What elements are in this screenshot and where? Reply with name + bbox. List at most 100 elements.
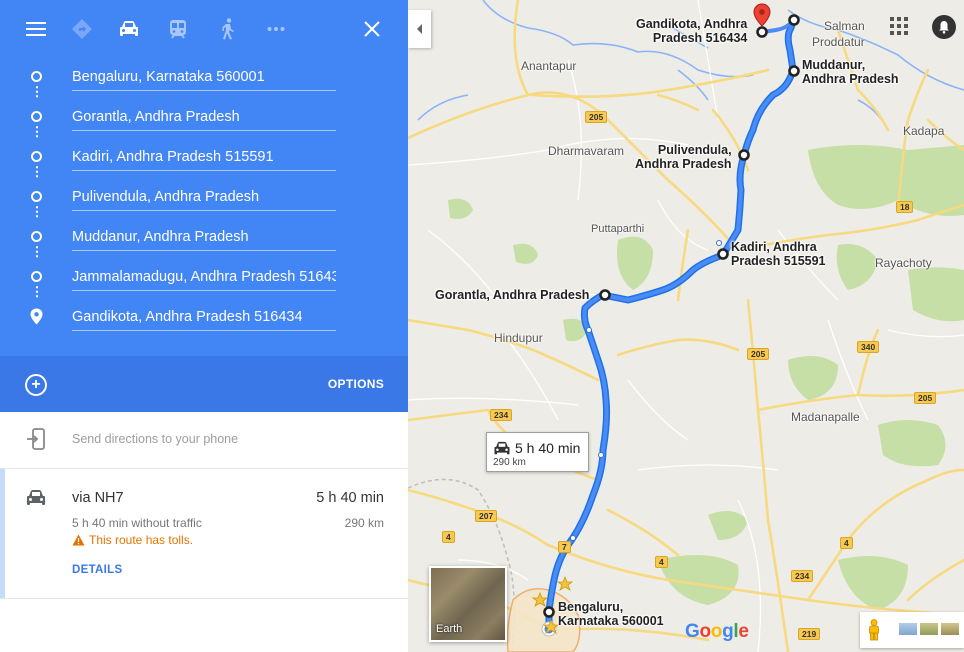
directions-panel: Bengaluru, Karnataka 560001 Gorantla, An… bbox=[0, 0, 408, 652]
waypoint-marker-kadiri[interactable] bbox=[717, 248, 729, 260]
travel-mode-bar bbox=[0, 0, 408, 58]
car-icon bbox=[494, 441, 510, 455]
city-label-rayachoty: Rayachoty bbox=[875, 256, 932, 270]
biking-layer-thumb[interactable] bbox=[941, 623, 959, 635]
waypoint-row: Kadiri, Andhra Pradesh 515591 bbox=[0, 137, 408, 177]
route-duration: 5 h 40 min bbox=[316, 490, 384, 506]
notifications-button[interactable] bbox=[932, 15, 956, 39]
maps-app: Bengaluru, Karnataka 560001 Gorantla, An… bbox=[0, 0, 964, 652]
transit-icon bbox=[170, 20, 186, 39]
waypoint-label-line: Gandikota, Andhra bbox=[636, 17, 748, 31]
toll-warning-text: This route has tolls. bbox=[89, 533, 194, 547]
waypoint-circle-icon bbox=[31, 191, 42, 202]
waypoint-label-gorantla: Gorantla, Andhra Pradesh bbox=[435, 288, 589, 302]
add-destination-button[interactable]: + bbox=[25, 374, 47, 396]
traffic-layer-thumb[interactable] bbox=[899, 623, 917, 635]
highway-shield: 205 bbox=[914, 392, 937, 404]
send-to-phone-label: Send directions to your phone bbox=[72, 432, 239, 446]
walking-icon bbox=[222, 18, 234, 40]
waypoint-row: Gandikota, Andhra Pradesh 516434 bbox=[0, 297, 408, 337]
waypoint-marker-pulivendula[interactable] bbox=[738, 149, 750, 161]
waypoint-marker-gorantla[interactable] bbox=[599, 289, 611, 301]
highway-shield: 205 bbox=[585, 111, 608, 123]
waypoint-label-muddanur: Muddanur, Andhra Pradesh bbox=[802, 58, 899, 86]
route-info-bubble[interactable]: 5 h 40 min 290 km bbox=[486, 432, 589, 472]
terrain-layer-thumb[interactable] bbox=[920, 623, 938, 635]
walking-mode-button[interactable] bbox=[213, 14, 243, 44]
route-via-label: via NH7 bbox=[72, 490, 124, 506]
logo-letter: G bbox=[685, 621, 700, 642]
send-to-phone-row[interactable]: Send directions to your phone bbox=[0, 412, 408, 469]
waypoint-circle-icon bbox=[31, 271, 42, 282]
waypoint-marker-bengaluru[interactable] bbox=[543, 606, 555, 618]
driving-mode-button[interactable] bbox=[114, 14, 144, 44]
options-bar: + OPTIONS bbox=[0, 356, 408, 412]
destination-pin-icon[interactable] bbox=[753, 3, 771, 27]
waypoint-row: Muddanur, Andhra Pradesh bbox=[0, 217, 408, 257]
waypoint-label-line: Karnataka 560001 bbox=[558, 614, 664, 628]
logo-letter: g bbox=[722, 621, 734, 642]
bubble-distance: 290 km bbox=[493, 457, 526, 468]
highway-shield: 207 bbox=[475, 510, 498, 522]
highway-shield: 205 bbox=[747, 348, 770, 360]
pegman-icon[interactable] bbox=[867, 619, 881, 641]
waypoint-label-line: Andhra Pradesh bbox=[802, 72, 899, 86]
waypoint-label-line: Kadiri, Andhra bbox=[731, 240, 817, 254]
logo-letter: o bbox=[699, 621, 711, 642]
waypoint-marker-jammalamadugu[interactable] bbox=[788, 14, 800, 26]
collapse-panel-button[interactable] bbox=[408, 10, 431, 48]
close-icon bbox=[364, 21, 380, 37]
waypoint-row: Bengaluru, Karnataka 560001 bbox=[0, 57, 408, 97]
highways bbox=[408, 0, 964, 652]
best-mode-button[interactable] bbox=[67, 14, 97, 44]
earth-label: Earth bbox=[436, 623, 463, 635]
waypoint-marker-gandikota[interactable] bbox=[756, 26, 768, 38]
waypoint-marker-muddanur[interactable] bbox=[788, 65, 800, 77]
map-controls-tray bbox=[860, 612, 964, 648]
highway-shield: 4 bbox=[655, 556, 668, 568]
transit-mode-button[interactable] bbox=[163, 14, 193, 44]
highway-shield: 4 bbox=[442, 531, 455, 543]
highway-shield: 4 bbox=[840, 537, 853, 549]
selected-route-indicator bbox=[0, 469, 5, 598]
apps-grid-icon[interactable] bbox=[890, 17, 908, 35]
city-label-anantapur: Anantapur bbox=[521, 59, 577, 73]
waypoint-input[interactable]: Kadiri, Andhra Pradesh 515591 bbox=[72, 145, 336, 171]
waypoint-circle-icon bbox=[31, 71, 42, 82]
waypoint-input[interactable]: Pulivendula, Andhra Pradesh bbox=[72, 185, 336, 211]
city-label-hindupur: Hindupur bbox=[494, 331, 543, 345]
waypoint-label-line: Pradesh 516434 bbox=[652, 31, 748, 45]
waypoint-input[interactable]: Muddanur, Andhra Pradesh bbox=[72, 225, 336, 251]
plus-icon: + bbox=[31, 376, 41, 393]
waypoint-label-line: Pradesh 515591 bbox=[731, 254, 826, 268]
warning-icon bbox=[72, 534, 85, 546]
destination-input[interactable]: Gandikota, Andhra Pradesh 516434 bbox=[72, 305, 336, 331]
highway-shield: 340 bbox=[857, 341, 880, 353]
bell-icon bbox=[939, 21, 949, 34]
toll-warning: This route has tolls. bbox=[72, 533, 193, 547]
more-modes-button[interactable] bbox=[261, 14, 291, 44]
earth-view-toggle[interactable]: Earth bbox=[429, 566, 507, 642]
menu-button[interactable] bbox=[21, 14, 51, 44]
options-button[interactable]: OPTIONS bbox=[328, 377, 384, 391]
details-link[interactable]: DETAILS bbox=[72, 564, 122, 576]
destination-pin-icon bbox=[30, 308, 43, 325]
directions-header: Bengaluru, Karnataka 560001 Gorantla, An… bbox=[0, 0, 408, 356]
city-label-kadapa: Kadapa bbox=[903, 124, 945, 138]
waypoint-circle-icon bbox=[31, 151, 42, 162]
waypoint-label-line: Muddanur, bbox=[802, 58, 866, 72]
map-base-layer bbox=[408, 0, 964, 652]
waypoint-input[interactable]: Bengaluru, Karnataka 560001 bbox=[72, 65, 336, 91]
waypoint-input[interactable]: Gorantla, Andhra Pradesh bbox=[72, 105, 336, 131]
city-label-puttaparthi: Puttaparthi bbox=[591, 223, 645, 235]
logo-letter: e bbox=[738, 621, 749, 642]
car-icon bbox=[27, 490, 45, 505]
waypoint-circle-icon bbox=[31, 231, 42, 242]
route-option-card[interactable]: via NH7 5 h 40 min 5 h 40 min without tr… bbox=[0, 469, 408, 599]
waypoint-input[interactable]: Jammalamadugu, Andhra Pradesh 516434 bbox=[72, 265, 336, 291]
close-directions-button[interactable] bbox=[357, 14, 387, 44]
waypoint-label-kadiri: Kadiri, Andhra Pradesh 515591 bbox=[731, 240, 826, 268]
map-canvas[interactable]: Salman Proddatur Anantapur Kadapa Dharma… bbox=[408, 0, 964, 652]
menu-icon bbox=[26, 22, 46, 36]
route-distance: 290 km bbox=[344, 516, 384, 530]
